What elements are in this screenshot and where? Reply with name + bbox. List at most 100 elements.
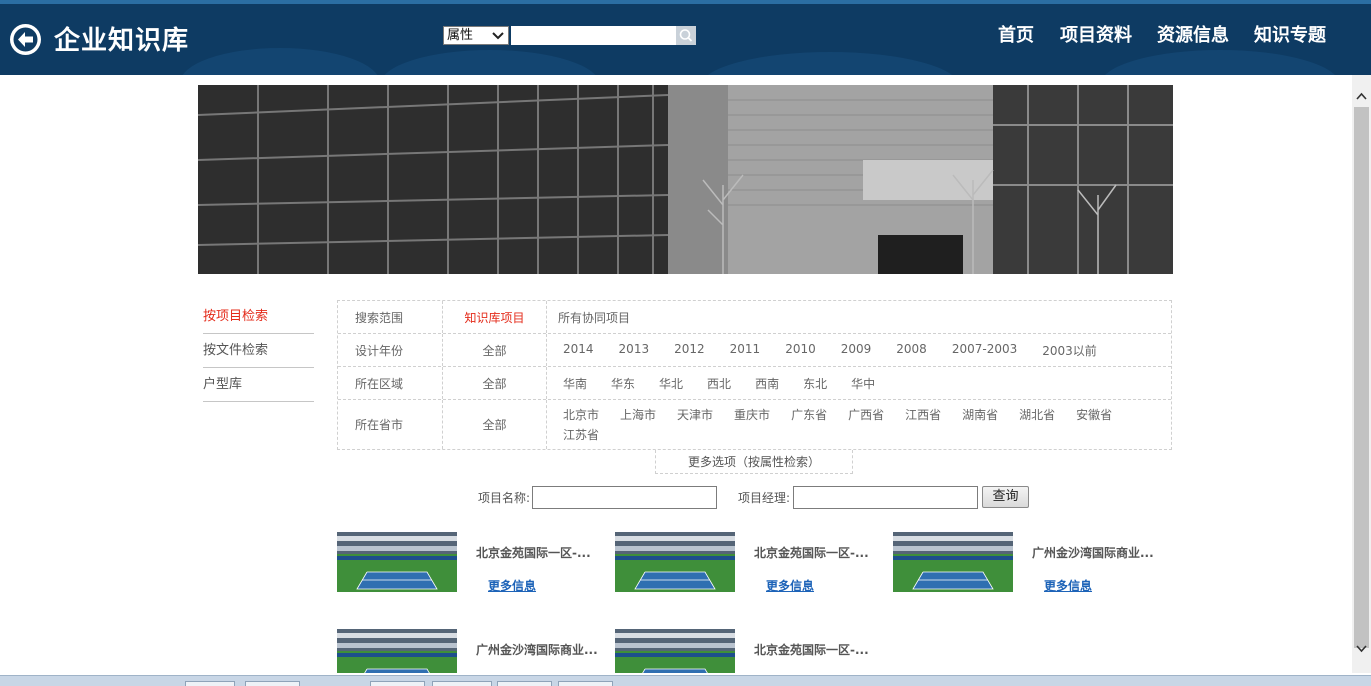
filter-row-region: 所在区域 全部 华南 华东 华北 西北 西南 东北 华中: [338, 367, 1171, 400]
arrow-left-icon: [13, 27, 38, 52]
search-input[interactable]: [511, 26, 676, 45]
scrollbar-thumb[interactable]: [1354, 107, 1369, 648]
taskbar-tab[interactable]: [245, 681, 300, 686]
filter-row-province: 所在省市 全部 北京市 上海市 天津市 重庆市 广东省 广西省 江西省 湖南省 …: [338, 400, 1171, 449]
tennis-court-photo: [337, 532, 457, 592]
header-wave-decoration: [380, 50, 600, 75]
filter-option[interactable]: 西南: [755, 375, 779, 392]
filter-region-all[interactable]: 全部: [443, 367, 547, 399]
search-icon: [679, 29, 693, 42]
nav-home[interactable]: 首页: [998, 24, 1034, 48]
filter-option[interactable]: 2012: [674, 342, 705, 359]
top-strip: [0, 0, 1371, 4]
filter-option[interactable]: 2007-2003: [952, 342, 1017, 359]
filter-option[interactable]: 2013: [619, 342, 650, 359]
filter-option[interactable]: 江苏省: [563, 425, 599, 445]
side-menu: 按项目检索 按文件检索 户型库: [203, 300, 314, 402]
filter-year-all[interactable]: 全部: [443, 334, 547, 366]
project-name-label: 项目名称:: [478, 491, 531, 505]
project-card: 北京金苑国际一区-...: [615, 629, 885, 673]
building-photo: [198, 85, 1173, 274]
filter-option[interactable]: 广西省: [848, 405, 884, 425]
filter-option[interactable]: 2009: [841, 342, 872, 359]
filter-option[interactable]: 2003以前: [1042, 342, 1097, 359]
project-thumbnail[interactable]: [615, 532, 735, 592]
app-title: 企业知识库: [54, 26, 190, 56]
more-info-link[interactable]: 更多信息: [766, 577, 814, 594]
taskbar-strip: [0, 675, 1371, 686]
chevron-down-icon: [492, 32, 504, 40]
project-name-input[interactable]: [532, 486, 717, 509]
more-options-tab[interactable]: 更多选项（按属性检索）: [655, 450, 853, 474]
project-card: 广州金沙湾国际商业...: [337, 629, 607, 673]
project-title[interactable]: 北京金苑国际一区-...: [754, 544, 869, 561]
filter-label: 搜索范围: [338, 301, 443, 333]
filter-option[interactable]: 广东省: [791, 405, 827, 425]
filter-option[interactable]: 2014: [563, 342, 594, 359]
project-thumbnail[interactable]: [893, 532, 1013, 592]
project-thumbnail[interactable]: [615, 629, 735, 673]
project-thumbnail[interactable]: [337, 629, 457, 673]
attribute-select-value: 属性: [447, 28, 474, 43]
taskbar-tab[interactable]: [185, 681, 235, 686]
chevron-down-icon[interactable]: [1356, 643, 1367, 654]
filter-option[interactable]: 东北: [803, 375, 827, 392]
filter-option[interactable]: 上海市: [620, 405, 656, 425]
filter-option[interactable]: 华东: [611, 375, 635, 392]
search-button[interactable]: [676, 26, 696, 45]
filter-option[interactable]: 安徽省: [1076, 405, 1112, 425]
more-info-link[interactable]: 更多信息: [488, 577, 536, 594]
filter-option[interactable]: 华南: [563, 375, 587, 392]
filter-options: 2014 2013 2012 2011 2010 2009 2008 2007-…: [563, 334, 1163, 366]
header-wave-decoration: [180, 48, 380, 75]
filter-scope-selected[interactable]: 知识库项目: [443, 301, 547, 333]
filter-options: 所有协同项目: [558, 301, 1163, 333]
side-item-by-project[interactable]: 按项目检索: [203, 300, 314, 334]
main-nav: 首页 项目资料 资源信息 知识专题: [998, 24, 1331, 48]
filter-option[interactable]: 所有协同项目: [558, 309, 630, 326]
filter-option[interactable]: 湖北省: [1019, 405, 1055, 425]
back-button[interactable]: [10, 24, 41, 55]
filter-option[interactable]: 2010: [785, 342, 816, 359]
filter-province-all[interactable]: 全部: [443, 400, 547, 449]
tennis-court-photo: [337, 629, 457, 673]
taskbar-tab[interactable]: [432, 681, 492, 686]
filter-option[interactable]: 2008: [896, 342, 927, 359]
filter-options: 北京市 上海市 天津市 重庆市 广东省 广西省 江西省 湖南省 湖北省 安徽省 …: [563, 400, 1163, 449]
filter-option[interactable]: 重庆市: [734, 405, 770, 425]
taskbar-tab[interactable]: [558, 681, 613, 686]
attribute-select[interactable]: 属性: [443, 26, 509, 45]
project-thumbnail[interactable]: [337, 532, 457, 592]
nav-knowledge-topics[interactable]: 知识专题: [1254, 24, 1326, 48]
project-title[interactable]: 北京金苑国际一区-...: [754, 641, 869, 658]
filter-option[interactable]: 2011: [730, 342, 761, 359]
tennis-court-photo: [893, 532, 1013, 592]
project-title[interactable]: 广州金沙湾国际商业...: [1032, 544, 1154, 561]
filter-option[interactable]: 江西省: [905, 405, 941, 425]
filter-option[interactable]: 天津市: [677, 405, 713, 425]
side-item-by-file[interactable]: 按文件检索: [203, 334, 314, 368]
banner-image: [198, 85, 1173, 274]
nav-project-data[interactable]: 项目资料: [1060, 24, 1132, 48]
filter-option[interactable]: 北京市: [563, 405, 599, 425]
manager-label: 项目经理:: [738, 491, 791, 505]
taskbar-tab[interactable]: [497, 681, 552, 686]
project-title[interactable]: 北京金苑国际一区-...: [476, 544, 591, 561]
taskbar-tab[interactable]: [370, 681, 425, 686]
more-info-link[interactable]: 更多信息: [1044, 577, 1092, 594]
top-header: 企业知识库 属性 首页 项目资料 资源信息 知识专题: [0, 0, 1371, 75]
manager-input[interactable]: [793, 486, 978, 509]
tennis-court-photo: [615, 629, 735, 673]
side-item-floorplan-library[interactable]: 户型库: [203, 368, 314, 402]
filter-label: 设计年份: [338, 334, 443, 366]
vertical-scrollbar[interactable]: [1352, 75, 1371, 673]
filter-option[interactable]: 华中: [851, 375, 875, 392]
chevron-up-icon[interactable]: [1356, 91, 1367, 102]
query-button[interactable]: 查询: [982, 486, 1029, 508]
filter-option[interactable]: 湖南省: [962, 405, 998, 425]
nav-resources[interactable]: 资源信息: [1157, 24, 1229, 48]
filter-option[interactable]: 西北: [707, 375, 731, 392]
project-card: 北京金苑国际一区-... 更多信息: [615, 532, 885, 596]
project-title[interactable]: 广州金沙湾国际商业...: [476, 641, 598, 658]
filter-option[interactable]: 华北: [659, 375, 683, 392]
